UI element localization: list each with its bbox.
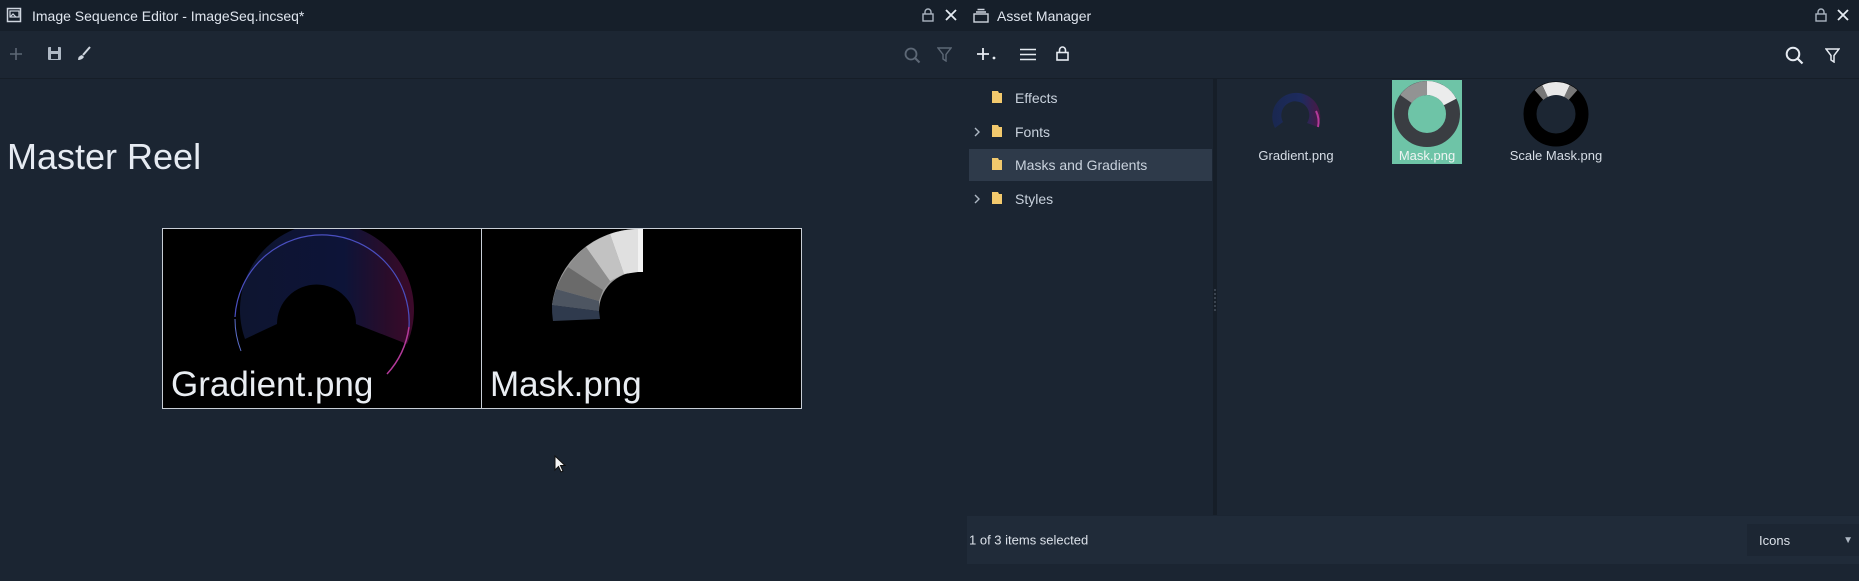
brush-icon[interactable] <box>76 46 92 62</box>
chevron-down-icon: ▼ <box>1843 534 1853 546</box>
editor-toolbar <box>0 31 967 79</box>
search-icon[interactable] <box>1785 46 1804 65</box>
asset-label: Scale Mask.png <box>1509 148 1603 163</box>
folder-icon <box>991 157 1003 174</box>
filter-icon[interactable] <box>937 47 952 62</box>
asset-manager-icon <box>973 8 989 23</box>
lock-icon[interactable] <box>1815 8 1827 22</box>
save-icon[interactable] <box>47 46 62 61</box>
folder-effects[interactable]: Effects <box>969 82 1212 114</box>
status-bar: 1 of 3 items selected Icons ▼ <box>967 516 1859 564</box>
editor-title: Image Sequence Editor - ImageSeq.incseq* <box>32 7 305 24</box>
folder-tree: Effects Fonts Masks and Gradients Styles <box>967 79 1212 515</box>
asset-grid: Gradient.png Mask.png Scale Mask.png <box>1217 79 1859 515</box>
frame-label: Gradient.png <box>171 365 374 404</box>
sequence-frame[interactable]: Mask.png <box>481 228 802 409</box>
list-view-icon[interactable] <box>1020 48 1036 61</box>
sequence-frame[interactable]: Gradient.png <box>162 228 483 409</box>
folder-icon <box>991 124 1003 141</box>
view-mode-dropdown[interactable]: Icons ▼ <box>1747 524 1859 556</box>
view-mode-value: Icons <box>1759 532 1791 548</box>
bottom-strip <box>967 564 1859 581</box>
search-icon[interactable] <box>904 47 921 64</box>
image-sequence-editor-panel: Image Sequence Editor - ImageSeq.incseq*… <box>0 0 967 581</box>
asset-manager-title: Asset Manager <box>997 7 1092 24</box>
lock-icon[interactable] <box>922 8 934 22</box>
folder-styles[interactable]: Styles <box>969 183 1212 215</box>
folder-fonts[interactable]: Fonts <box>969 116 1212 148</box>
folder-label: Fonts <box>1015 124 1051 140</box>
selection-status: 1 of 3 items selected <box>969 532 1089 548</box>
reel-title: Master Reel <box>7 136 202 177</box>
close-icon[interactable] <box>945 9 957 21</box>
chevron-right-icon[interactable] <box>969 125 985 140</box>
folder-label: Styles <box>1015 191 1054 207</box>
lock-icon[interactable] <box>1056 46 1069 61</box>
frame-label: Mask.png <box>490 365 642 404</box>
folder-icon <box>991 191 1003 208</box>
gradient-thumbnail <box>1272 92 1321 128</box>
asset-label: Gradient.png <box>1258 148 1334 163</box>
folder-masks-and-gradients[interactable]: Masks and Gradients <box>969 149 1212 181</box>
folder-icon <box>991 90 1003 107</box>
asset-item[interactable]: Scale Mask.png <box>1506 79 1606 179</box>
asset-item-selected[interactable]: Mask.png <box>1377 79 1477 179</box>
mask-thumbnail <box>1394 81 1460 147</box>
add-icon[interactable] <box>9 47 23 61</box>
asset-manager-panel: Asset Manager Effects Fonts Masks and Gr… <box>967 0 1859 581</box>
scale-mask-thumbnail <box>1523 81 1589 147</box>
asset-manager-toolbar <box>967 31 1859 79</box>
mouse-cursor-icon <box>554 455 566 473</box>
asset-item[interactable]: Gradient.png <box>1246 79 1346 179</box>
chevron-right-icon[interactable] <box>969 192 985 207</box>
filter-icon[interactable] <box>1825 48 1840 63</box>
add-menu-icon[interactable] <box>977 47 997 61</box>
folder-label: Effects <box>1015 90 1058 106</box>
folder-label: Masks and Gradients <box>1015 157 1148 173</box>
asset-label: Mask.png <box>1398 148 1456 163</box>
image-sequence-icon <box>6 7 22 23</box>
editor-titlebar: Image Sequence Editor - ImageSeq.incseq* <box>0 0 967 31</box>
close-icon[interactable] <box>1837 9 1849 21</box>
asset-manager-titlebar: Asset Manager <box>967 0 1859 31</box>
